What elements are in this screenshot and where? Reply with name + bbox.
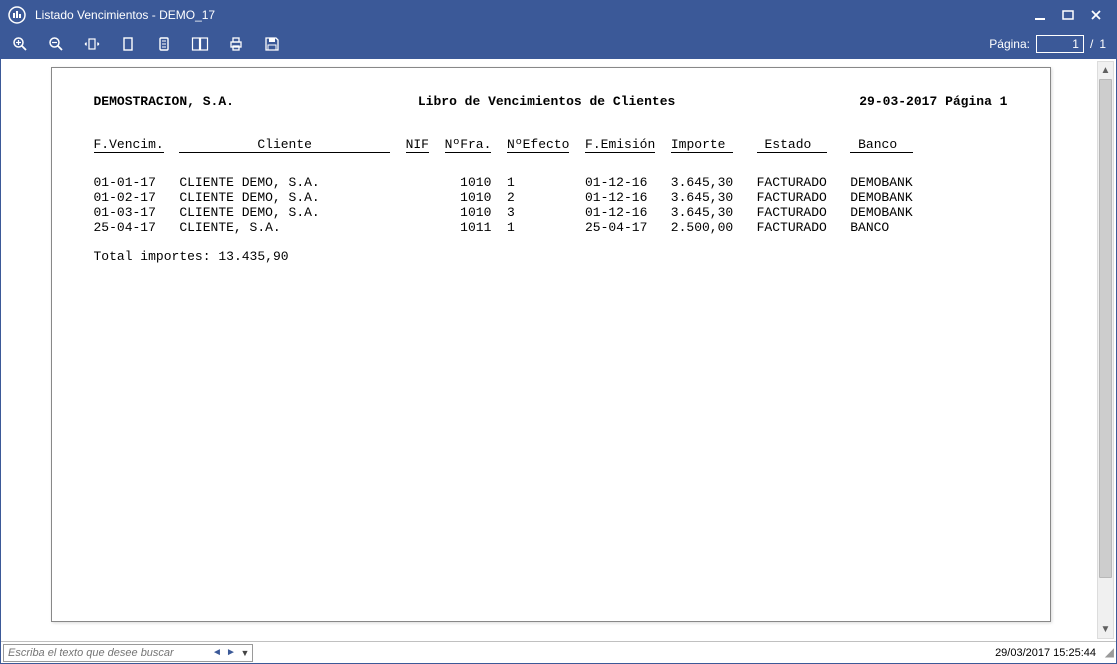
toolbar-icons [11, 35, 281, 53]
app-window: Listado Vencimientos - DEMO_17 Página: /… [0, 0, 1117, 664]
page-current-input[interactable] [1036, 35, 1084, 53]
window-controls [1034, 9, 1110, 21]
column-header: NºFra. [445, 137, 492, 153]
zoom-in-icon[interactable] [11, 35, 29, 53]
search-prev-icon[interactable]: ◄ [210, 647, 224, 658]
page-icon[interactable] [155, 35, 173, 53]
search-dropdown-icon[interactable]: ▼ [238, 648, 252, 658]
column-headers: F.Vencim. Cliente NIF NºFra. NºEfecto F.… [94, 137, 1008, 153]
data-rows: 01-01-17 CLIENTE DEMO, S.A. 1010 1 01-12… [94, 175, 1008, 235]
zoom-out-icon[interactable] [47, 35, 65, 53]
save-icon[interactable] [263, 35, 281, 53]
scroll-down-arrow[interactable]: ▼ [1098, 621, 1113, 638]
total-line: Total importes: 13.435,90 [94, 249, 1008, 264]
column-header: Cliente [179, 137, 390, 153]
title-bar: Listado Vencimientos - DEMO_17 [1, 1, 1116, 29]
page-label: Página: [989, 37, 1030, 51]
window-title: Listado Vencimientos - DEMO_17 [35, 8, 1034, 22]
print-icon[interactable] [227, 35, 245, 53]
viewer-scroll-area[interactable]: DEMOSTRACION, S.A. Libro de Vencimientos… [1, 59, 1116, 641]
column-header: F.Vencim. [94, 137, 164, 153]
table-row: 25-04-17 CLIENTE, S.A. 1011 1 25-04-17 2… [94, 220, 1008, 235]
search-box: ◄ ► ▼ [3, 644, 253, 662]
two-page-icon[interactable] [191, 35, 209, 53]
app-icon [7, 5, 27, 25]
status-datetime: 29/03/2017 15:25:44 [989, 647, 1102, 659]
page-separator: / [1090, 37, 1093, 51]
toolbar: Página: / 1 [1, 29, 1116, 59]
resize-grip-icon[interactable]: ◢ [1102, 646, 1116, 660]
page-control: Página: / 1 [989, 35, 1106, 53]
minimize-button[interactable] [1034, 9, 1048, 21]
document-viewer: DEMOSTRACION, S.A. Libro de Vencimientos… [1, 59, 1116, 641]
document-header: DEMOSTRACION, S.A. Libro de Vencimientos… [94, 94, 1008, 109]
page-total: 1 [1099, 37, 1106, 51]
search-next-icon[interactable]: ► [224, 647, 238, 658]
column-header: Importe [671, 137, 733, 153]
column-header: F.Emisión [585, 137, 655, 153]
search-input[interactable] [4, 645, 210, 661]
vertical-scrollbar[interactable]: ▲ ▼ [1097, 61, 1114, 639]
maximize-button[interactable] [1062, 9, 1076, 21]
fit-width-icon[interactable] [83, 35, 101, 53]
column-header: NIF [406, 137, 429, 153]
single-page-icon[interactable] [119, 35, 137, 53]
column-header: NºEfecto [507, 137, 569, 153]
scroll-thumb[interactable] [1099, 79, 1112, 578]
status-bar: ◄ ► ▼ 29/03/2017 15:25:44 ◢ [1, 641, 1116, 663]
report-title: Libro de Vencimientos de Clientes [234, 94, 859, 109]
scroll-up-arrow[interactable]: ▲ [1098, 62, 1113, 79]
column-header: Estado [757, 137, 827, 153]
company-name: DEMOSTRACION, S.A. [94, 94, 234, 109]
scroll-track[interactable] [1098, 79, 1113, 621]
table-row: 01-01-17 CLIENTE DEMO, S.A. 1010 1 01-12… [94, 175, 1008, 190]
table-row: 01-03-17 CLIENTE DEMO, S.A. 1010 3 01-12… [94, 205, 1008, 220]
report-page: DEMOSTRACION, S.A. Libro de Vencimientos… [51, 67, 1051, 622]
close-button[interactable] [1090, 9, 1104, 21]
table-row: 01-02-17 CLIENTE DEMO, S.A. 1010 2 01-12… [94, 190, 1008, 205]
column-header: Banco [850, 137, 912, 153]
report-date-page: 29-03-2017 Página 1 [859, 94, 1007, 109]
